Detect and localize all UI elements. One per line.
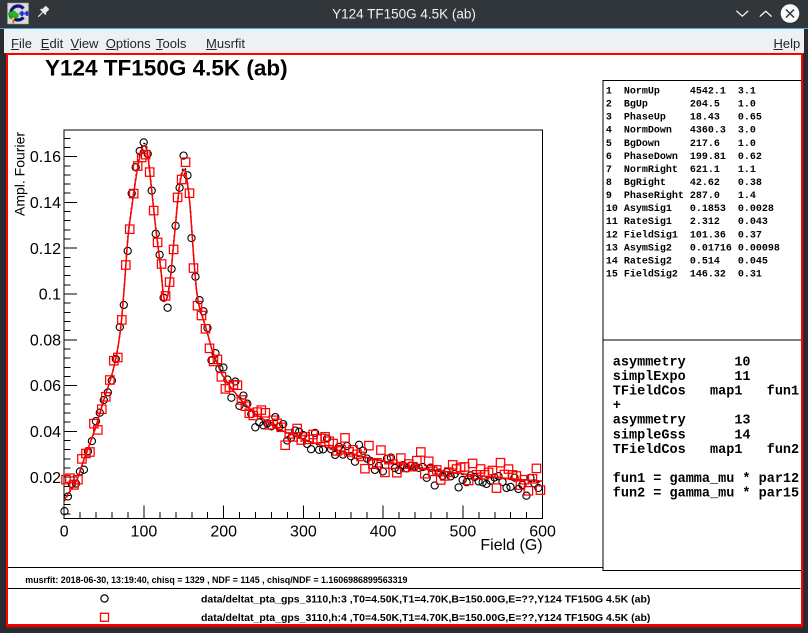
svg-text:0.02: 0.02 [30,470,61,487]
svg-text:0.06: 0.06 [30,378,61,395]
svg-text:+: + [613,399,621,414]
svg-text:simpleGss 14: simpleGss 14 [613,428,751,443]
svg-text:0.04: 0.04 [30,424,61,441]
svg-text:11 RateSig1 2.312 0.043: 11 RateSig1 2.312 0.043 [606,216,768,228]
svg-text:0.08: 0.08 [30,332,61,349]
svg-text:7 NormRight 621.1 1.1: 7 NormRight 621.1 1.1 [606,164,756,176]
svg-text:400: 400 [370,524,397,541]
svg-text:0.12: 0.12 [30,241,61,258]
svg-text:data/deltat_pta_gps_3110,h:3 ,: data/deltat_pta_gps_3110,h:3 ,T0=4.50K,T… [201,593,650,605]
svg-text:asymmetry 13: asymmetry 13 [613,414,751,429]
svg-text:0: 0 [60,524,69,541]
svg-text:data/deltat_pta_gps_3110,h:4 ,: data/deltat_pta_gps_3110,h:4 ,T0=4.50K,T… [201,612,650,624]
svg-text:Field (G): Field (G) [480,537,542,554]
svg-text:TFieldCos map1 fun1: TFieldCos map1 fun1 [613,385,799,400]
svg-text:fun2 = gamma_mu * par15: fun2 = gamma_mu * par15 [613,487,799,502]
svg-text:fun1 = gamma_mu * par12: fun1 = gamma_mu * par12 [613,472,799,487]
svg-text:13 AsymSig2 0.01716 0.00098: 13 AsymSig2 0.01716 0.00098 [606,242,780,254]
svg-text:200: 200 [210,524,237,541]
svg-text:4 NormDown 4360.3 3.0: 4 NormDown 4360.3 3.0 [606,126,756,137]
svg-text:simplExpo 11: simplExpo 11 [613,370,751,385]
svg-text:0.14: 0.14 [30,195,61,212]
svg-text:0.16: 0.16 [30,149,61,166]
svg-text:3 PhaseUp 18.43 0.65: 3 PhaseUp 18.43 0.65 [606,112,762,124]
svg-text:100: 100 [131,524,158,541]
svg-text:1 NormUp 4542.1 3.1: 1 NormUp 4542.1 3.1 [606,87,756,98]
svg-text:10 AsymSig1 0.1853 0.0028: 10 AsymSig1 0.1853 0.0028 [606,203,774,215]
svg-text:Ampl. Fourier: Ampl. Fourier [12,132,28,216]
svg-text:musrfit: 2018-06-30, 13:19:40,: musrfit: 2018-06-30, 13:19:40, chisq = 1… [25,575,407,585]
svg-text:300: 300 [290,524,317,541]
svg-text:5 BgDown 217.6 1.0: 5 BgDown 217.6 1.0 [606,139,756,150]
svg-text:2 BgUp 204.5 1.0: 2 BgUp 204.5 1.0 [606,100,756,111]
svg-text:15 FieldSig2 146.32 0.31: 15 FieldSig2 146.32 0.31 [606,269,762,281]
svg-text:Y124 TF150G 4.5K (ab): Y124 TF150G 4.5K (ab) [332,7,476,22]
svg-text:Y124 TF150G 4.5K (ab): Y124 TF150G 4.5K (ab) [45,55,288,80]
svg-text:8 BgRight 42.62 0.38: 8 BgRight 42.62 0.38 [606,177,762,189]
svg-text:9 PhaseRight 287.0 1.4: 9 PhaseRight 287.0 1.4 [606,190,756,202]
svg-text:12 FieldSig1 101.36 0.37: 12 FieldSig1 101.36 0.37 [606,229,762,241]
svg-text:500: 500 [450,524,477,541]
svg-text:asymmetry 10: asymmetry 10 [613,355,751,370]
svg-text:0.1: 0.1 [39,287,61,304]
svg-text:6 PhaseDown 199.81 0.62: 6 PhaseDown 199.81 0.62 [606,151,762,163]
svg-text:TFieldCos map1 fun2: TFieldCos map1 fun2 [613,443,799,458]
svg-text:14 RateSig2 0.514 0.045: 14 RateSig2 0.514 0.045 [606,255,768,267]
